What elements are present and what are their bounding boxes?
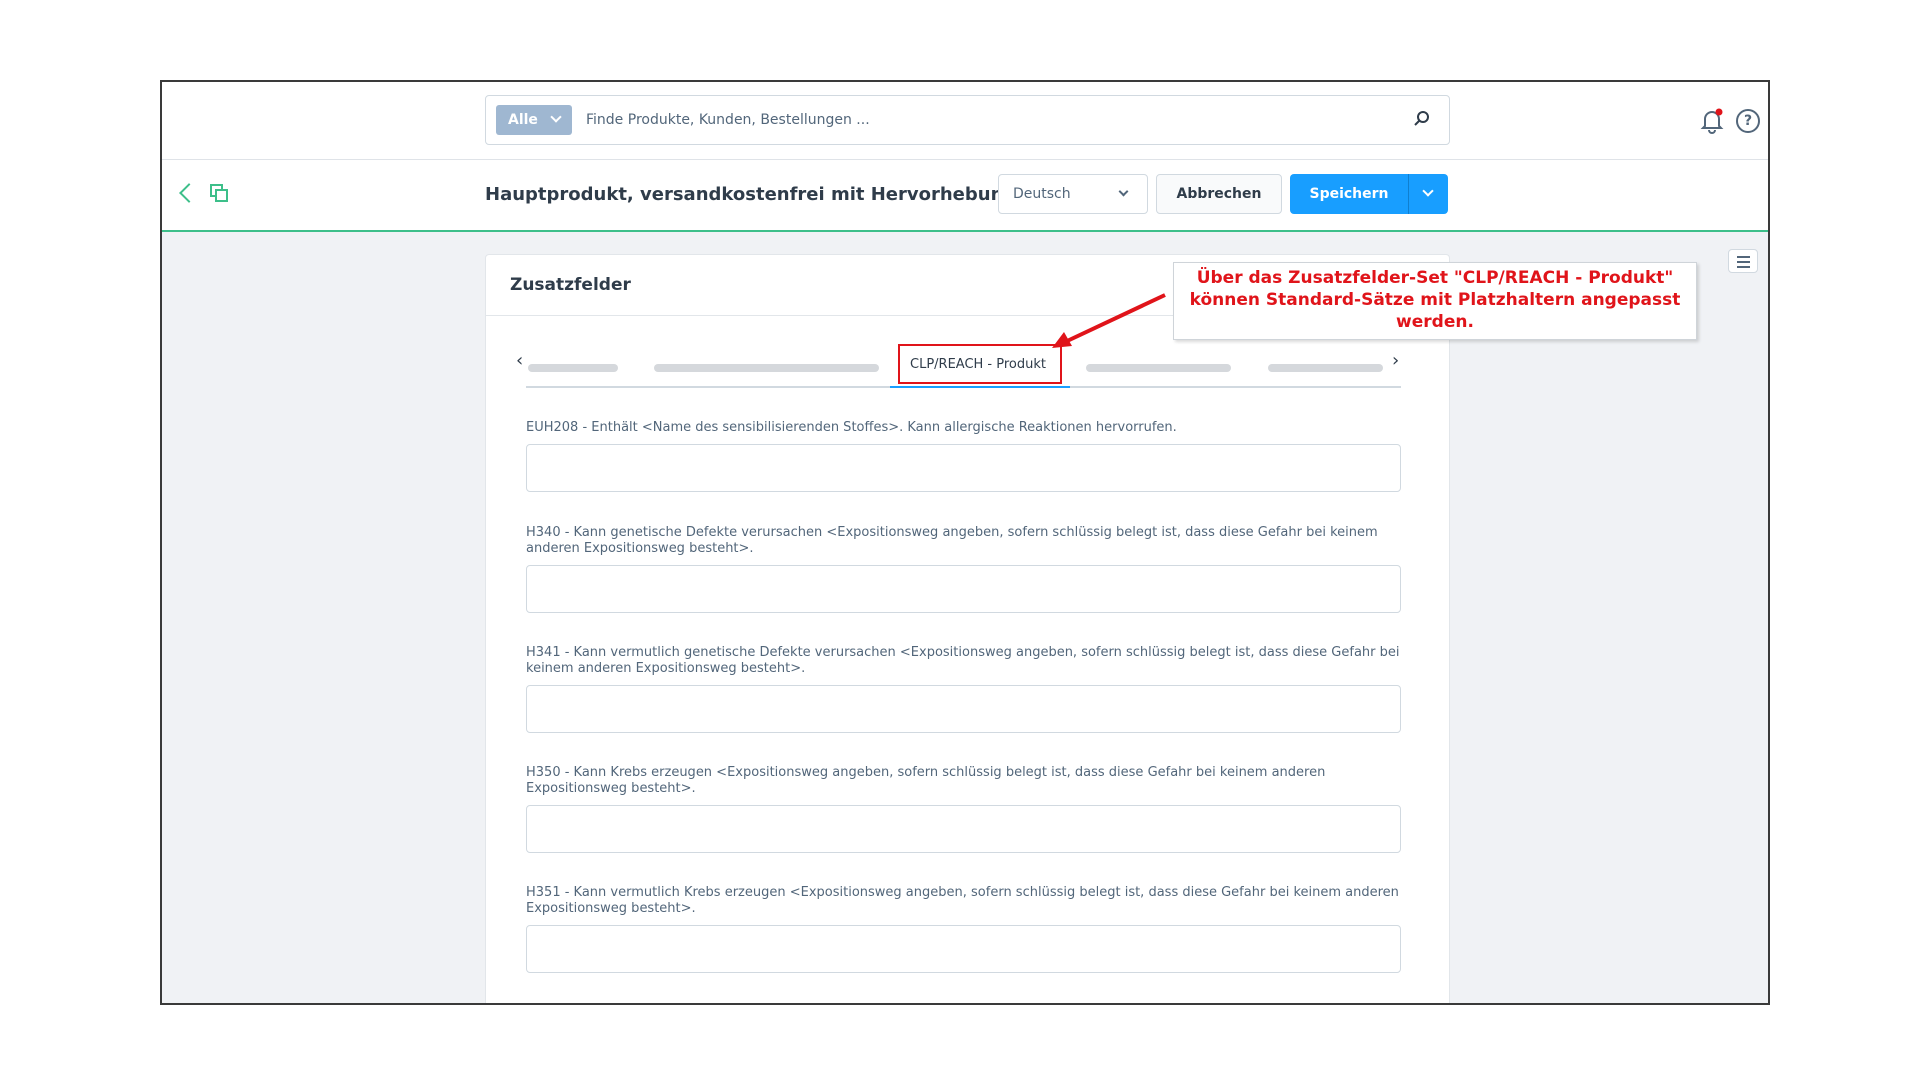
save-options-button[interactable] <box>1408 174 1448 214</box>
search-icon[interactable] <box>1413 110 1431 128</box>
global-search[interactable]: Alle Finde Produkte, Kunden, Bestellunge… <box>485 95 1450 145</box>
custom-field-euh208: EUH208 - Enthält <Name des sensibilisier… <box>526 420 1401 492</box>
custom-field-h350: H350 - Kann Krebs erzeugen <Expositionsw… <box>526 765 1401 853</box>
active-tab-indicator <box>890 386 1070 388</box>
custom-field-h340: H340 - Kann genetische Defekte verursach… <box>526 525 1401 613</box>
annotation-callout: Über das Zusatzfelder-Set "CLP/REACH - P… <box>1173 262 1697 340</box>
field-label: H341 - Kann vermutlich genetische Defekt… <box>526 645 1400 676</box>
back-icon[interactable] <box>179 183 199 203</box>
save-button-group[interactable]: Speichern <box>1290 174 1448 214</box>
chevron-down-icon <box>1118 186 1129 197</box>
annotation-line: können Standard-Sätze mit Platzhaltern a… <box>1189 290 1681 310</box>
search-scope-label: Alle <box>508 112 538 128</box>
custom-field-h341: H341 - Kann vermutlich genetische Defekt… <box>526 645 1401 733</box>
search-input[interactable]: Finde Produkte, Kunden, Bestellungen ... <box>586 112 870 128</box>
annotation-line: Über das Zusatzfelder-Set "CLP/REACH - P… <box>1196 268 1674 288</box>
chevron-down-icon <box>550 111 562 123</box>
tab-highlight-box <box>898 344 1062 384</box>
bell-icon[interactable] <box>1700 108 1724 134</box>
tab-blurred[interactable] <box>1086 364 1231 372</box>
language-label: Deutsch <box>1013 186 1071 202</box>
save-button[interactable]: Speichern <box>1290 174 1408 214</box>
field-label: EUH208 - Enthält <Name des sensibilisier… <box>526 420 1177 435</box>
chevron-left-icon[interactable]: ‹ <box>516 350 523 371</box>
menu-icon[interactable] <box>1728 249 1758 273</box>
cancel-button[interactable]: Abbrechen <box>1156 174 1282 214</box>
help-icon[interactable]: ? <box>1736 109 1760 133</box>
text-field[interactable] <box>526 444 1401 492</box>
copy-icon[interactable] <box>210 184 228 202</box>
tab-blurred[interactable] <box>654 364 879 372</box>
tab-blurred[interactable] <box>528 364 618 372</box>
field-label: H351 - Kann vermutlich Krebs erzeugen <E… <box>526 885 1399 916</box>
language-select[interactable]: Deutsch <box>998 174 1148 214</box>
page-title: Hauptprodukt, versandkostenfrei mit Herv… <box>485 184 1017 205</box>
field-label: H340 - Kann genetische Defekte verursach… <box>526 525 1378 556</box>
tab-blurred[interactable] <box>1268 364 1383 372</box>
custom-field-set-tabs: ‹ CLP/REACH - Produkt › <box>516 344 1401 388</box>
field-label: H350 - Kann Krebs erzeugen <Expositionsw… <box>526 765 1326 796</box>
custom-fields-card: Zusatzfelder ‹ CLP/REACH - Produkt › EUH… <box>485 254 1450 1003</box>
text-field[interactable] <box>526 685 1401 733</box>
text-field[interactable] <box>526 565 1401 613</box>
action-bar: Hauptprodukt, versandkostenfrei mit Herv… <box>162 160 1768 232</box>
top-bar: Alle Finde Produkte, Kunden, Bestellunge… <box>162 82 1768 160</box>
text-field[interactable] <box>526 925 1401 973</box>
custom-field-h351: H351 - Kann vermutlich Krebs erzeugen <E… <box>526 885 1401 973</box>
card-title: Zusatzfelder <box>510 275 631 295</box>
chevron-down-icon <box>1422 185 1434 197</box>
chevron-right-icon[interactable]: › <box>1392 350 1399 371</box>
annotation-arrow <box>1052 293 1166 348</box>
annotation-line: werden. <box>1396 312 1474 332</box>
app-window: Alle Finde Produkte, Kunden, Bestellunge… <box>160 80 1770 1005</box>
search-scope-dropdown[interactable]: Alle <box>496 105 572 135</box>
text-field[interactable] <box>526 805 1401 853</box>
